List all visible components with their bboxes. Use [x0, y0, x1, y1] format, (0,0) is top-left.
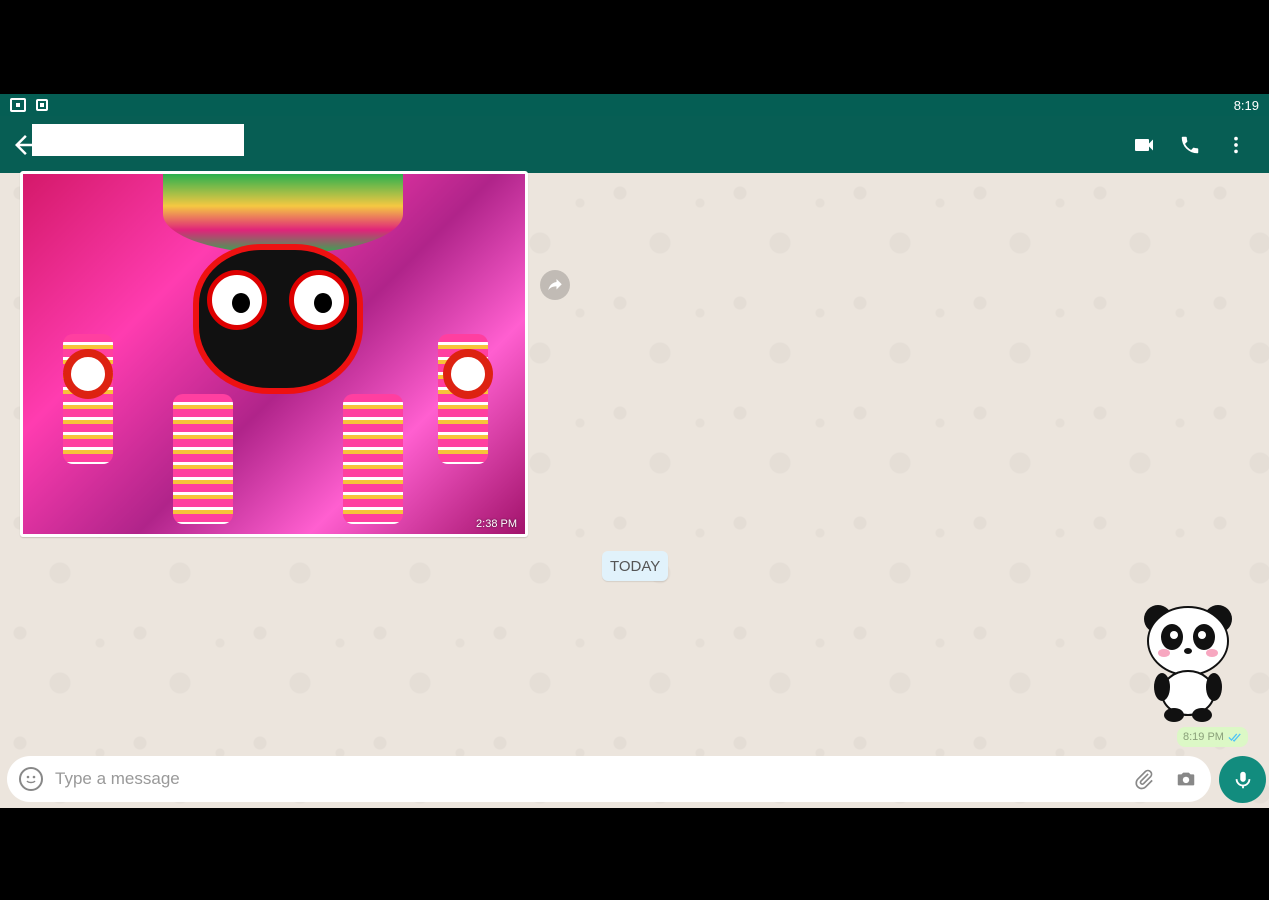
status-time: 8:19: [1233, 97, 1259, 113]
photo-deity-face: [193, 244, 363, 394]
chat-header: [0, 116, 1269, 173]
panda-sticker-image: [1144, 605, 1232, 722]
contact-name[interactable]: [32, 124, 244, 156]
voice-call-button[interactable]: [1177, 132, 1203, 158]
paperclip-icon: [1135, 769, 1153, 790]
sticker-message-time: 8:19 PM: [1183, 731, 1224, 743]
forward-icon: [548, 279, 562, 291]
panda-sticker[interactable]: [1142, 601, 1234, 723]
status-bar: 8:19: [0, 94, 1269, 116]
attach-button[interactable]: [1131, 766, 1157, 792]
date-divider: TODAY: [602, 551, 669, 581]
notification-small-icon: [36, 99, 48, 111]
photo-medal: [63, 349, 113, 399]
whatsapp-screen: 8:19 2:38 PM TODAY 8:19 PM Type a messag…: [0, 94, 1269, 808]
photo-medal: [443, 349, 493, 399]
message-input[interactable]: [55, 769, 1115, 789]
photo-eye: [289, 270, 349, 330]
chat-area[interactable]: 2:38 PM TODAY 8:19 PM: [0, 171, 1269, 808]
photo-crown: [163, 174, 403, 254]
microphone-icon: [1235, 771, 1250, 788]
double-check-icon: [1228, 733, 1241, 742]
voice-record-button[interactable]: [1219, 756, 1266, 803]
forward-button[interactable]: [540, 270, 570, 300]
photo-garland: [173, 394, 233, 524]
notification-icon: [10, 98, 26, 112]
message-time: 2:38 PM: [476, 518, 517, 530]
camera-icon: [1177, 772, 1195, 786]
video-call-button[interactable]: [1131, 132, 1157, 158]
emoji-button[interactable]: [19, 767, 43, 791]
photo-garland: [343, 394, 403, 524]
photo-eye: [207, 270, 267, 330]
emoji-icon: [26, 775, 36, 784]
image-message[interactable]: 2:38 PM: [20, 171, 528, 537]
more-options-icon: [1234, 136, 1238, 153]
sticker-time-badge: 8:19 PM: [1177, 727, 1248, 747]
message-composer: [7, 756, 1211, 802]
video-call-icon: [1135, 138, 1153, 151]
camera-button[interactable]: [1173, 766, 1199, 792]
message-photo[interactable]: 2:38 PM: [23, 174, 525, 534]
voice-call-icon: [1181, 136, 1199, 153]
more-options-button[interactable]: [1223, 132, 1249, 158]
